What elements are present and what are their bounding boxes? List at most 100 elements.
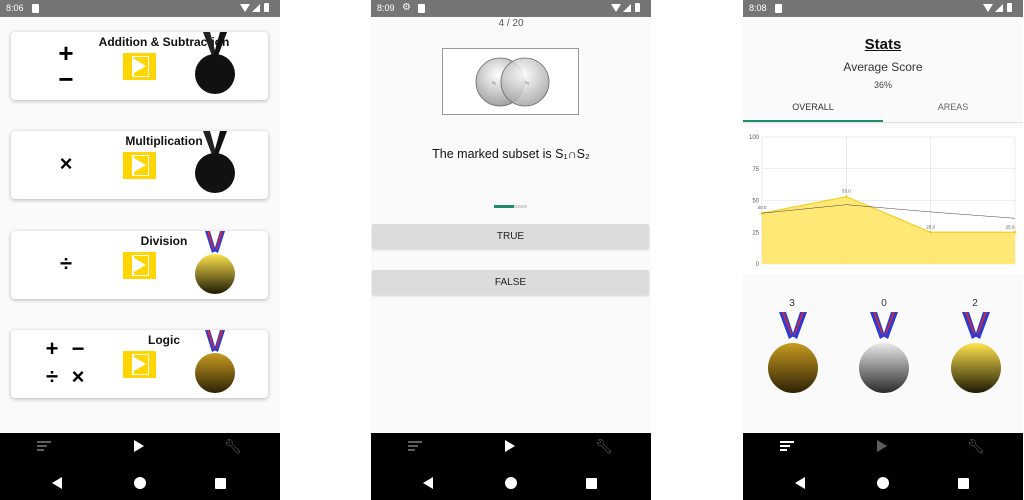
battery-icon	[264, 3, 269, 12]
question-progress: 4 / 20	[498, 18, 524, 29]
sd-card-icon	[775, 4, 782, 13]
recent-apps-icon[interactable]	[586, 478, 597, 489]
y-tick-label: 75	[752, 167, 759, 173]
status-time: 8:08	[749, 3, 767, 13]
black-medal-icon	[195, 32, 235, 94]
status-bar: 8:09 ⚙︎	[371, 0, 651, 17]
bottom-navigation: 🔧︎	[0, 433, 280, 461]
sd-card-icon	[32, 4, 39, 13]
bronze-medal-icon	[768, 312, 818, 393]
wifi-icon	[983, 4, 993, 12]
gold-medal-icon	[195, 231, 235, 294]
progress-bar-fill	[494, 205, 515, 208]
divide-symbol: ÷	[45, 364, 59, 389]
y-tick-label: 50	[752, 199, 759, 205]
home-screen: 8:06 Addition & Subtraction + − Multipli…	[0, 0, 280, 500]
back-icon[interactable]	[795, 477, 805, 489]
back-icon[interactable]	[52, 477, 62, 489]
battery-icon	[1007, 3, 1012, 12]
category-card-logic[interactable]: Logic + − ÷ ×	[11, 330, 268, 398]
data-point	[1013, 230, 1017, 234]
data-label: 53.0	[842, 189, 851, 194]
times-symbol: ×	[59, 151, 73, 176]
play-button[interactable]	[123, 53, 156, 80]
black-medal-icon	[195, 131, 235, 193]
system-navigation	[0, 471, 280, 495]
average-score-label: Average Score	[843, 60, 923, 74]
system-navigation	[371, 471, 651, 495]
stats-tab-icon[interactable]	[780, 441, 796, 455]
play-button[interactable]	[123, 351, 156, 378]
score-chart: 0 25 50 75 100 40.0 53.0 25.0 25.0	[743, 128, 1023, 274]
battery-icon	[635, 3, 640, 12]
answer-true-button[interactable]: TRUE	[372, 224, 649, 249]
average-score-value: 36%	[873, 80, 892, 90]
status-icons	[240, 3, 274, 14]
recent-apps-icon[interactable]	[958, 478, 969, 489]
category-card-addition-subtraction[interactable]: Addition & Subtraction + −	[11, 32, 268, 100]
bottom-navigation: 🔧︎	[743, 433, 1023, 461]
venn-diagram-image: S₁ S₂	[475, 57, 550, 107]
signal-icon	[995, 4, 1003, 12]
play-tab-icon[interactable]	[134, 440, 144, 452]
data-label: 40.0	[758, 205, 767, 210]
data-label: 25.0	[926, 224, 935, 229]
wifi-icon	[611, 4, 621, 12]
play-tab-icon[interactable]	[505, 440, 515, 452]
status-time: 8:09	[377, 3, 395, 13]
category-card-division[interactable]: Division ÷	[11, 231, 268, 299]
times-symbol: ×	[71, 364, 85, 389]
gear-icon: ⚙︎	[402, 2, 411, 13]
signal-icon	[623, 4, 631, 12]
category-card-multiplication[interactable]: Multiplication ×	[11, 131, 268, 199]
tab-indicator	[743, 120, 883, 122]
bottom-bars: 🔧︎	[0, 433, 280, 500]
home-icon[interactable]	[505, 477, 517, 489]
tab-divider	[743, 122, 1023, 123]
system-navigation	[743, 471, 1023, 495]
stats-tab-icon[interactable]	[37, 441, 53, 455]
bronze-medal-icon	[195, 330, 235, 393]
wifi-icon	[240, 4, 250, 12]
data-point	[929, 230, 932, 234]
tab-areas[interactable]: AREAS	[883, 102, 1023, 112]
bottom-bars: 🔧︎	[371, 433, 651, 500]
y-tick-label: 100	[749, 135, 760, 141]
play-tab-icon[interactable]	[877, 440, 887, 452]
data-label: 25.0	[1006, 224, 1015, 229]
status-icons	[611, 3, 645, 14]
plus-symbol: +	[45, 336, 59, 361]
answer-false-button[interactable]: FALSE	[372, 270, 649, 295]
signal-icon	[252, 4, 260, 12]
bottom-bars: 🔧︎	[743, 433, 1023, 500]
play-button[interactable]	[123, 152, 156, 179]
status-bar: 8:06	[0, 0, 280, 17]
settings-wrench-icon[interactable]: 🔧︎	[224, 439, 242, 453]
stats-tab-icon[interactable]	[408, 441, 424, 455]
stats-title: Stats	[864, 36, 902, 53]
stats-screen: 8:08 Stats Average Score 36% OVERALL ARE…	[743, 0, 1023, 500]
bottom-navigation: 🔧︎	[371, 433, 651, 461]
quiz-screen: 8:09 ⚙︎ 4 / 20 S₁ S₂ The marked subset i…	[371, 0, 651, 500]
gold-medal-count: 2	[972, 298, 978, 309]
recent-apps-icon[interactable]	[215, 478, 226, 489]
settings-wrench-icon[interactable]: 🔧︎	[967, 439, 985, 453]
venn-label-s1: S₁	[492, 80, 497, 85]
home-icon[interactable]	[877, 477, 889, 489]
minus-symbol: −	[71, 336, 85, 361]
question-text: The marked subset is S₁∩S₂	[432, 147, 590, 161]
divide-symbol: ÷	[59, 251, 73, 276]
progress-bar	[494, 205, 527, 208]
venn-diagram: S₁ S₂	[442, 48, 579, 115]
back-icon[interactable]	[423, 477, 433, 489]
tab-overall[interactable]: OVERALL	[743, 102, 883, 112]
silver-medal-count: 0	[881, 298, 887, 309]
play-button[interactable]	[123, 252, 156, 279]
status-icons	[983, 3, 1017, 14]
sd-card-icon	[418, 4, 425, 13]
y-tick-label: 25	[752, 230, 759, 236]
settings-wrench-icon[interactable]: 🔧︎	[595, 439, 613, 453]
status-time: 8:06	[6, 3, 24, 13]
gold-medal-icon	[951, 312, 1001, 393]
home-icon[interactable]	[134, 477, 146, 489]
